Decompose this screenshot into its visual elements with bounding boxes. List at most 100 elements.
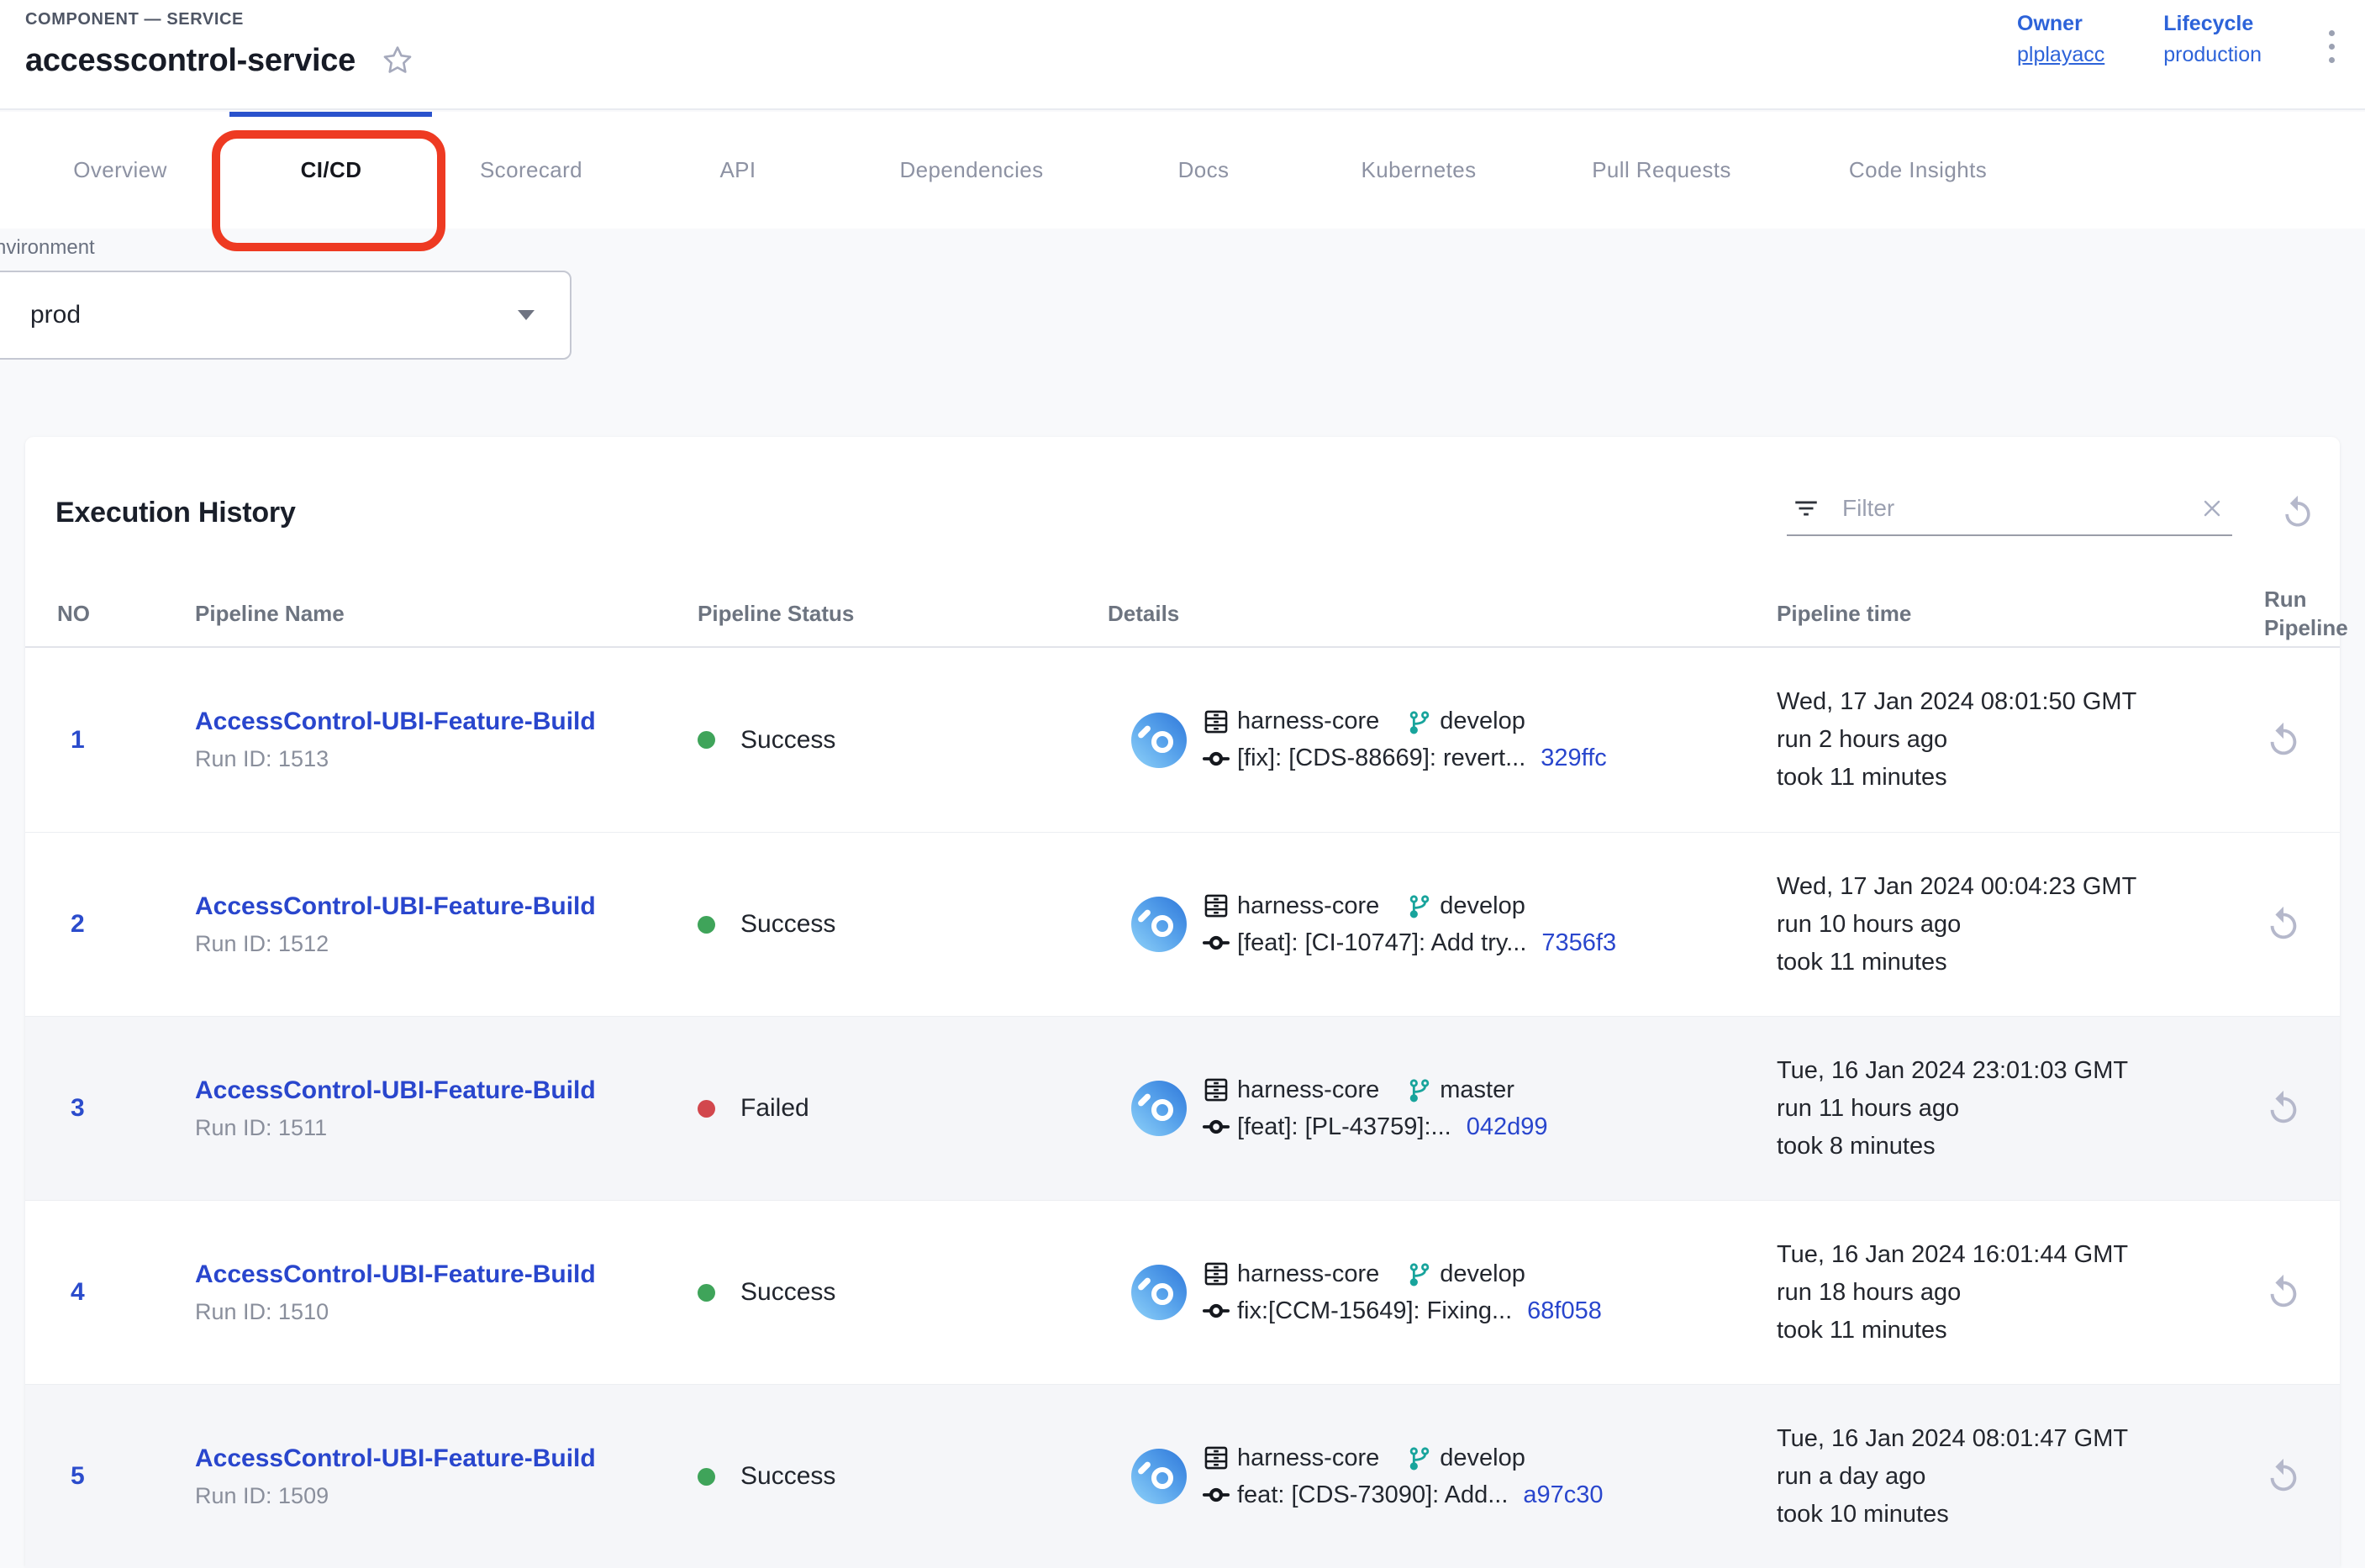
git-commit-icon: [1202, 929, 1230, 957]
harness-ci-module-icon[interactable]: [1131, 1081, 1187, 1136]
column-header-details: Details: [1108, 599, 1777, 628]
run-pipeline-icon[interactable]: [2264, 1273, 2303, 1312]
harness-ci-module-icon[interactable]: [1131, 897, 1187, 952]
harness-ci-module-icon[interactable]: [1131, 1265, 1187, 1320]
pipeline-name-link[interactable]: AccessControl-UBI-Feature-Build: [195, 1260, 698, 1289]
environment-label: nvironment: [0, 236, 95, 260]
commit-hash-link[interactable]: a97c30: [1523, 1481, 1603, 1509]
harness-ci-module-icon[interactable]: [1131, 1449, 1187, 1504]
tab-dependencies[interactable]: Dependencies: [899, 112, 1043, 229]
section-title: Execution History: [55, 497, 296, 529]
active-tab-indicator: [229, 112, 432, 117]
branch-name: develop: [1440, 892, 1525, 920]
repository-icon: [1202, 1444, 1230, 1472]
row-number: 3: [57, 1094, 195, 1123]
commit-hash-link[interactable]: 68f058: [1527, 1297, 1602, 1325]
git-branch-icon: [1406, 708, 1433, 735]
status-dot: [698, 1100, 715, 1118]
run-id: Run ID: 1509: [195, 1483, 698, 1509]
table-row: 3 AccessControl-UBI-Feature-Build Run ID…: [25, 1016, 2340, 1200]
entity-kind-breadcrumb: COMPONENT — SERVICE: [25, 10, 244, 29]
tab-cicd[interactable]: CI/CD: [301, 112, 362, 229]
git-branch-icon: [1406, 1260, 1433, 1287]
status-dot: [698, 1284, 715, 1302]
clear-filter-icon[interactable]: [2199, 495, 2225, 522]
pipeline-name-link[interactable]: AccessControl-UBI-Feature-Build: [195, 892, 698, 921]
run-pipeline-icon[interactable]: [2264, 1089, 2303, 1128]
commit-message: [fix]: [CDS-88669]: revert...: [1237, 745, 1525, 772]
commit-hash-link[interactable]: 329ffc: [1541, 745, 1606, 772]
run-id: Run ID: 1510: [195, 1299, 698, 1325]
pipeline-time: Tue, 16 Jan 2024 08:01:47 GMT run a day …: [1777, 1420, 2244, 1534]
git-commit-icon: [1202, 1113, 1230, 1141]
branch-name: master: [1440, 1076, 1514, 1104]
repository-icon: [1202, 892, 1230, 920]
row-number: 2: [57, 910, 195, 939]
commit-message: fix:[CCM-15649]: Fixing...: [1237, 1297, 1512, 1325]
commit-hash-link[interactable]: 042d99: [1467, 1113, 1548, 1141]
repo-name: harness-core: [1237, 1076, 1379, 1104]
owner-link[interactable]: plplayacc: [2017, 43, 2104, 67]
lifecycle-value: production: [2163, 43, 2262, 67]
status-text: Success: [740, 910, 835, 939]
git-branch-icon: [1406, 892, 1433, 919]
column-header-no: NO: [57, 599, 195, 628]
status-text: Success: [740, 1278, 835, 1307]
more-options-kebab-icon[interactable]: [2320, 18, 2343, 75]
entity-tabbar: Overview CI/CD Scorecard API Dependencie…: [0, 112, 2365, 229]
tab-pull-requests[interactable]: Pull Requests: [1592, 112, 1731, 229]
table-row: 5 AccessControl-UBI-Feature-Build Run ID…: [25, 1384, 2340, 1568]
git-branch-icon: [1406, 1444, 1433, 1471]
column-header-time: Pipeline time: [1777, 599, 2244, 628]
tab-overview[interactable]: Overview: [73, 112, 167, 229]
table-row: 1 AccessControl-UBI-Feature-Build Run ID…: [25, 648, 2340, 832]
branch-name: develop: [1440, 1260, 1525, 1288]
pipeline-name-link[interactable]: AccessControl-UBI-Feature-Build: [195, 1444, 698, 1473]
status-text: Success: [740, 726, 835, 755]
entity-header: COMPONENT — SERVICE accesscontrol-servic…: [0, 0, 2365, 110]
commit-message: [feat]: [PL-43759]:...: [1237, 1113, 1451, 1141]
column-header-status: Pipeline Status: [698, 599, 1108, 628]
tab-docs[interactable]: Docs: [1178, 112, 1230, 229]
repo-name: harness-core: [1237, 892, 1379, 920]
run-pipeline-icon[interactable]: [2264, 905, 2303, 944]
table-header-row: NO Pipeline Name Pipeline Status Details…: [25, 580, 2340, 648]
git-commit-icon: [1202, 1481, 1230, 1509]
tab-code-insights[interactable]: Code Insights: [1849, 112, 1987, 229]
favorite-star-icon[interactable]: [379, 42, 416, 79]
git-commit-icon: [1202, 1297, 1230, 1325]
commit-hash-link[interactable]: 7356f3: [1541, 929, 1616, 957]
refresh-icon[interactable]: [2279, 494, 2316, 531]
pipeline-name-link[interactable]: AccessControl-UBI-Feature-Build: [195, 1076, 698, 1105]
repository-icon: [1202, 1076, 1230, 1104]
status-text: Failed: [740, 1094, 809, 1123]
commit-message: feat: [CDS-73090]: Add...: [1237, 1481, 1508, 1509]
tab-scorecard[interactable]: Scorecard: [480, 112, 582, 229]
repo-name: harness-core: [1237, 708, 1379, 735]
column-header-name: Pipeline Name: [195, 599, 698, 628]
lifecycle-block: Lifecycle production: [2163, 12, 2262, 67]
row-number: 1: [57, 726, 195, 755]
environment-dropdown[interactable]: prod: [0, 271, 571, 360]
pipeline-time: Wed, 17 Jan 2024 08:01:50 GMT run 2 hour…: [1777, 683, 2244, 797]
pipeline-name-link[interactable]: AccessControl-UBI-Feature-Build: [195, 708, 698, 736]
repository-icon: [1202, 1260, 1230, 1288]
run-id: Run ID: 1512: [195, 931, 698, 957]
pipeline-time: Tue, 16 Jan 2024 23:01:03 GMT run 11 hou…: [1777, 1052, 2244, 1165]
filter-list-icon: [1792, 494, 1820, 523]
owner-label: Owner: [2017, 12, 2104, 36]
filter-input[interactable]: [1842, 495, 2177, 522]
status-dot: [698, 916, 715, 934]
git-branch-icon: [1406, 1076, 1433, 1103]
harness-ci-module-icon[interactable]: [1131, 713, 1187, 768]
status-dot: [698, 731, 715, 749]
run-id: Run ID: 1511: [195, 1115, 698, 1141]
run-pipeline-icon[interactable]: [2264, 1457, 2303, 1496]
run-pipeline-icon[interactable]: [2264, 721, 2303, 760]
tab-api[interactable]: API: [719, 112, 756, 229]
pipeline-time: Wed, 17 Jan 2024 00:04:23 GMT run 10 hou…: [1777, 868, 2244, 981]
git-commit-icon: [1202, 745, 1230, 773]
tab-kubernetes[interactable]: Kubernetes: [1362, 112, 1477, 229]
branch-name: develop: [1440, 708, 1525, 735]
status-dot: [698, 1468, 715, 1486]
